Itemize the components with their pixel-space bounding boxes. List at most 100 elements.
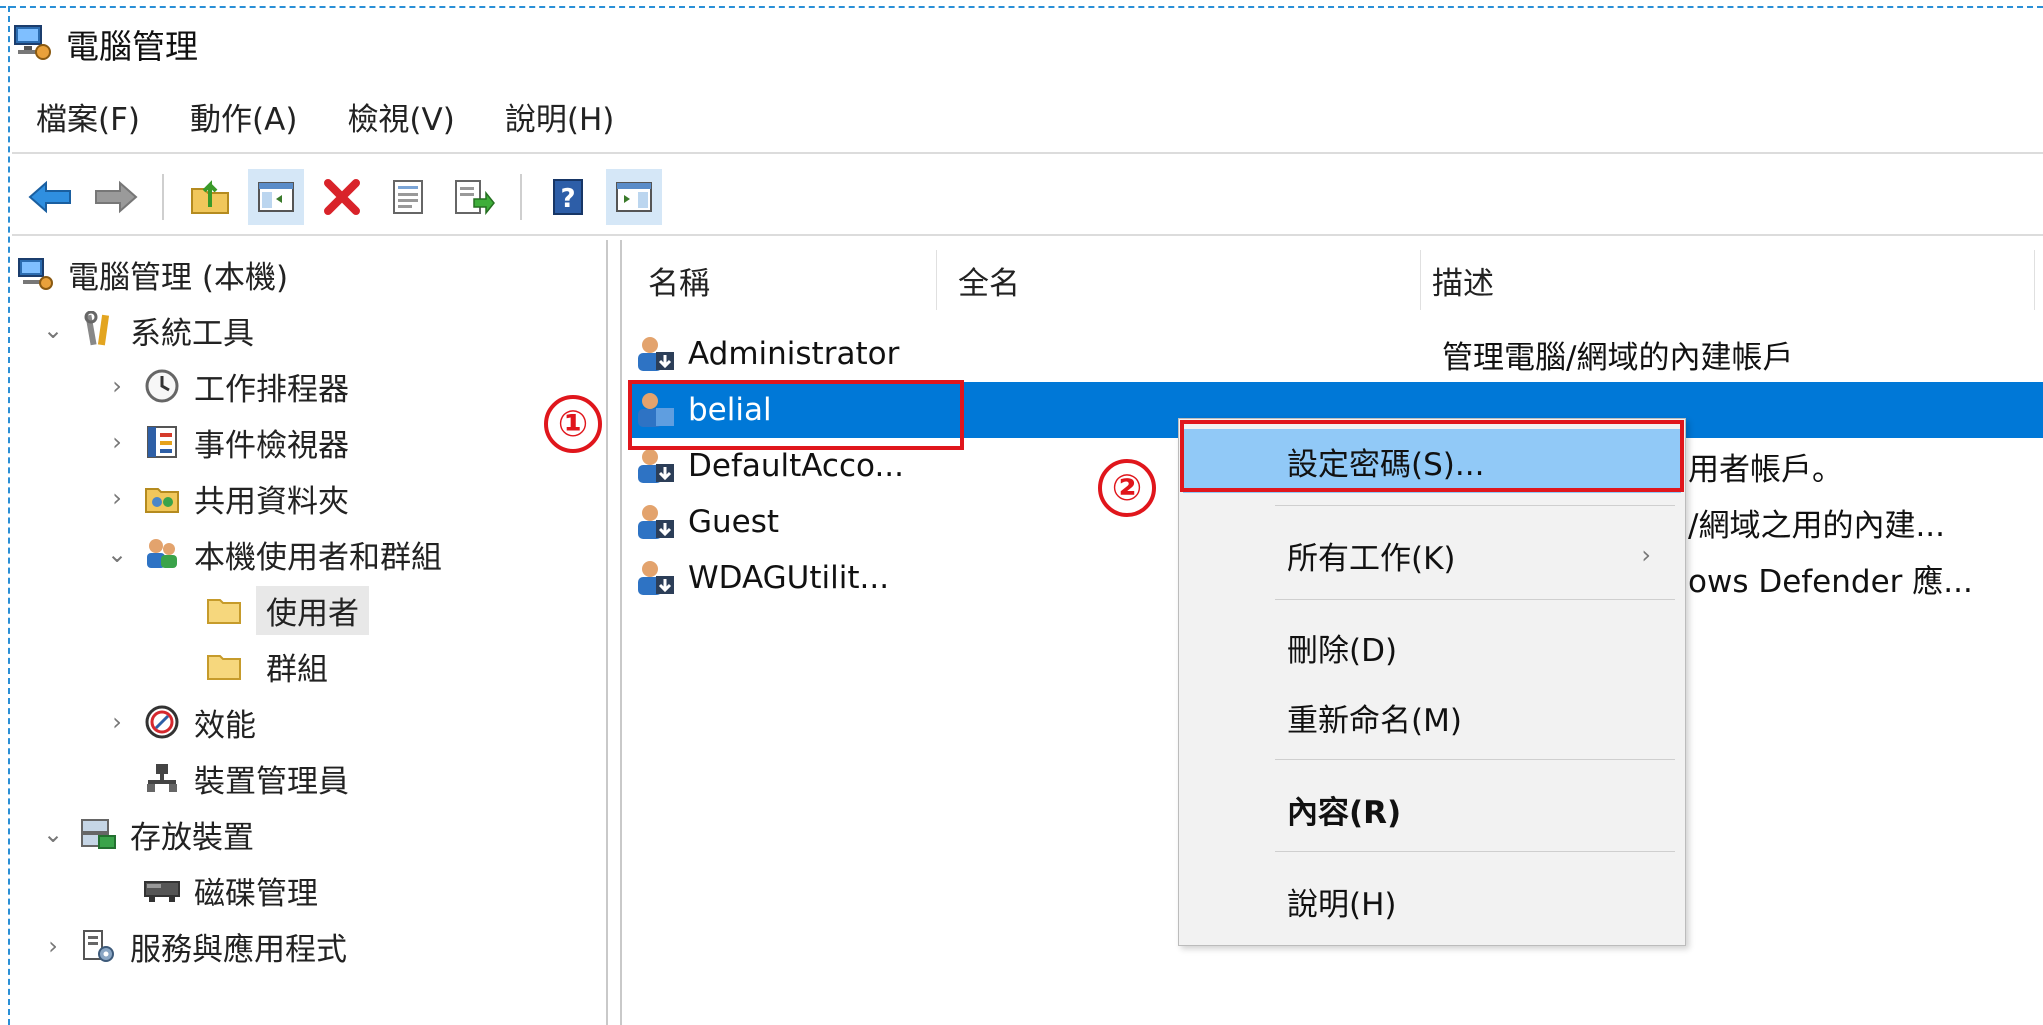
column-header-full-name[interactable]: 全名 bbox=[958, 258, 1020, 303]
tree-label: 電腦管理 (本機) bbox=[68, 259, 289, 296]
help-icon[interactable]: ? bbox=[540, 169, 596, 225]
tree-item-shared-folders[interactable]: › 共用資料夾 bbox=[102, 470, 349, 526]
properties-icon[interactable] bbox=[380, 169, 436, 225]
back-arrow-icon[interactable] bbox=[22, 169, 78, 225]
menu-item-label: 所有工作(K) bbox=[1287, 540, 1456, 577]
user-description: 管理電腦/網域的內建帳戶 bbox=[1442, 339, 1794, 376]
user-description: /網域之用的內建... bbox=[1688, 507, 1946, 544]
toolbar-separator bbox=[162, 174, 164, 220]
tree-label: 本機使用者和群組 bbox=[194, 539, 442, 576]
tree-label: 群組 bbox=[266, 651, 328, 688]
folder-icon bbox=[204, 646, 244, 686]
menu-divider bbox=[12, 152, 2043, 154]
tree-item-disk-management[interactable]: 磁碟管理 bbox=[132, 862, 318, 918]
tree-item-device-manager[interactable]: 裝置管理員 bbox=[132, 750, 349, 806]
dashed-frame-top bbox=[0, 6, 2043, 8]
chevron-down-icon[interactable]: ⌄ bbox=[38, 820, 68, 848]
tree-item-groups[interactable]: 群組 bbox=[204, 638, 328, 694]
up-folder-icon[interactable] bbox=[182, 169, 238, 225]
menu-item-rename[interactable]: 重新命名(M) bbox=[1183, 685, 1681, 749]
column-header-name[interactable]: 名稱 bbox=[648, 258, 710, 303]
tree-label: 效能 bbox=[194, 707, 256, 744]
dashed-frame-left bbox=[8, 6, 10, 1025]
show-hide-action-pane-icon[interactable] bbox=[606, 169, 662, 225]
tree-label: 共用資料夾 bbox=[194, 483, 349, 520]
user-name: WDAGUtilit... bbox=[688, 560, 890, 596]
title-bar: 電腦管理 bbox=[12, 16, 198, 72]
user-description: 用者帳戶。 bbox=[1688, 451, 1843, 488]
chevron-down-icon[interactable]: ⌄ bbox=[38, 316, 68, 344]
tree-item-storage[interactable]: ⌄ 存放裝置 bbox=[38, 806, 254, 862]
column-divider[interactable] bbox=[936, 250, 937, 310]
services-icon bbox=[78, 926, 118, 966]
user-description: ows Defender 應... bbox=[1688, 563, 1973, 600]
user-icon bbox=[632, 444, 680, 488]
chevron-right-icon[interactable]: › bbox=[102, 484, 132, 512]
computer-management-window: 電腦管理 檔案(F) 動作(A) 檢視(V) 說明(H) ? 電腦管理 (本機)… bbox=[0, 0, 2043, 1025]
menu-item-properties[interactable]: 內容(R) bbox=[1183, 777, 1681, 841]
annotation-step-2: ② bbox=[1098, 459, 1156, 517]
tree-item-system-tools[interactable]: ⌄ 系統工具 bbox=[38, 302, 254, 358]
chevron-right-icon[interactable]: › bbox=[102, 428, 132, 456]
computer-management-icon bbox=[16, 254, 56, 294]
show-hide-console-tree-icon[interactable] bbox=[248, 169, 304, 225]
menu-view[interactable]: 檢視(V) bbox=[347, 94, 454, 139]
forward-arrow-icon[interactable] bbox=[88, 169, 144, 225]
user-icon bbox=[632, 500, 680, 544]
chevron-right-icon[interactable]: › bbox=[102, 372, 132, 400]
context-menu: 設定密碼(S)... 所有工作(K) › 刪除(D) 重新命名(M) 內容(R)… bbox=[1178, 418, 1686, 946]
menu-separator bbox=[1275, 759, 1675, 760]
column-header-description[interactable]: 描述 bbox=[1432, 258, 1494, 303]
tree-item-local-users-groups[interactable]: ⌄ 本機使用者和群組 bbox=[102, 526, 442, 582]
menu-bar: 檔案(F) 動作(A) 檢視(V) 說明(H) bbox=[12, 88, 628, 144]
tools-icon bbox=[78, 310, 118, 350]
shared-folder-icon bbox=[142, 478, 182, 518]
tree-item-task-scheduler[interactable]: › 工作排程器 bbox=[102, 358, 349, 414]
disk-management-icon bbox=[142, 870, 182, 910]
tree-label: 磁碟管理 bbox=[194, 875, 318, 912]
device-manager-icon bbox=[142, 758, 182, 798]
tree-item-users[interactable]: 使用者 bbox=[204, 582, 369, 638]
tree-label: 使用者 bbox=[256, 585, 369, 635]
annotation-box-belial bbox=[628, 380, 964, 450]
tree-label: 工作排程器 bbox=[194, 371, 349, 408]
user-name: Administrator bbox=[688, 336, 900, 372]
users-group-icon bbox=[142, 534, 182, 574]
tree-item-services-apps[interactable]: › 服務與應用程式 bbox=[38, 918, 347, 974]
menu-item-delete[interactable]: 刪除(D) bbox=[1183, 615, 1681, 679]
menu-item-all-tasks[interactable]: 所有工作(K) › bbox=[1183, 523, 1681, 587]
export-list-icon[interactable] bbox=[446, 169, 502, 225]
toolbar-separator bbox=[520, 174, 522, 220]
menu-separator bbox=[1275, 599, 1675, 600]
clock-icon bbox=[142, 366, 182, 406]
console-tree-pane: 電腦管理 (本機) ⌄ 系統工具 › 工作排程器 › 事件檢視器 › 共用資料夾… bbox=[12, 240, 608, 1025]
list-item-administrator[interactable]: Administrator 管理電腦/網域的內建帳戶 bbox=[632, 326, 2043, 382]
menu-file[interactable]: 檔案(F) bbox=[36, 94, 140, 139]
folder-icon bbox=[204, 590, 244, 630]
storage-icon bbox=[78, 814, 118, 854]
performance-icon bbox=[142, 702, 182, 742]
menu-item-help[interactable]: 說明(H) bbox=[1183, 869, 1681, 933]
chevron-down-icon[interactable]: ⌄ bbox=[102, 540, 132, 568]
tree-item-performance[interactable]: › 效能 bbox=[102, 694, 256, 750]
user-icon bbox=[632, 556, 680, 600]
chevron-right-icon[interactable]: › bbox=[38, 932, 68, 960]
menu-help[interactable]: 說明(H) bbox=[505, 94, 615, 139]
toolbar: ? bbox=[22, 165, 672, 229]
tree-item-event-viewer[interactable]: › 事件檢視器 bbox=[102, 414, 349, 470]
tree-item-computer-management[interactable]: 電腦管理 (本機) bbox=[16, 246, 288, 302]
submenu-arrow-icon: › bbox=[1641, 541, 1651, 569]
menu-action[interactable]: 動作(A) bbox=[190, 94, 297, 139]
column-divider[interactable] bbox=[1420, 250, 1421, 310]
tree-label: 服務與應用程式 bbox=[130, 931, 347, 968]
annotation-step-1: ① bbox=[544, 395, 602, 453]
chevron-right-icon[interactable]: › bbox=[102, 708, 132, 736]
computer-management-icon bbox=[12, 22, 52, 66]
menu-separator bbox=[1275, 505, 1675, 506]
delete-icon[interactable] bbox=[314, 169, 370, 225]
svg-text:?: ? bbox=[560, 184, 575, 214]
toolbar-divider bbox=[12, 234, 2043, 236]
window-title: 電腦管理 bbox=[66, 27, 198, 66]
column-divider[interactable] bbox=[2034, 250, 2035, 310]
tree-label: 事件檢視器 bbox=[194, 427, 349, 464]
